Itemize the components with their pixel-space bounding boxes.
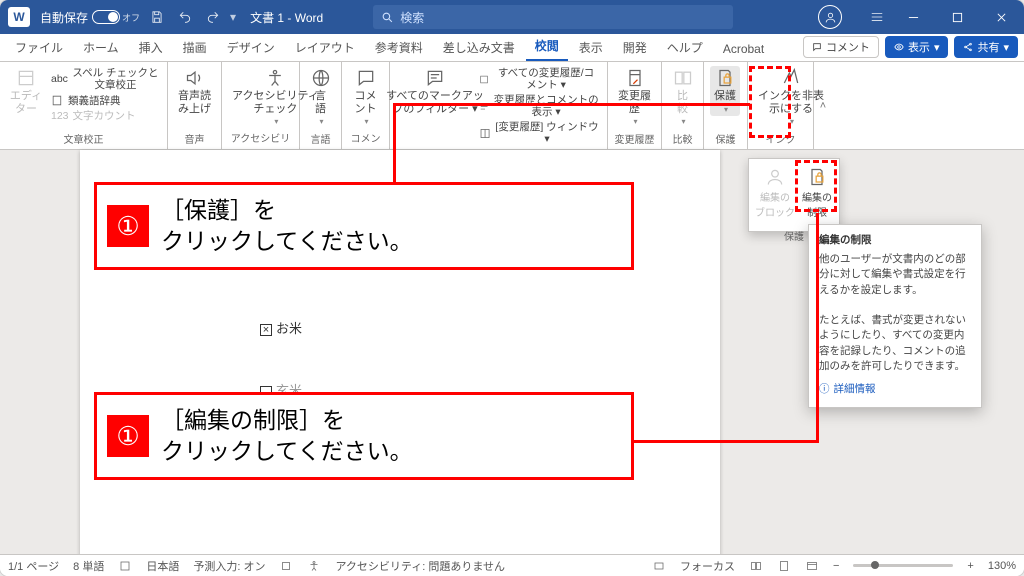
- tab-home[interactable]: ホーム: [74, 34, 128, 61]
- status-accessibility[interactable]: アクセシビリティ: 問題ありません: [335, 558, 505, 574]
- annotation-2-badge: ①: [107, 415, 149, 457]
- tab-help[interactable]: ヘルプ: [658, 34, 712, 61]
- thesaurus-button[interactable]: 類義語辞典: [49, 93, 161, 108]
- annotation-2-text: ［編集の制限］を クリックしてください。: [161, 405, 413, 467]
- show-markup-button[interactable]: 変更履歴とコメントの表示 ▾: [477, 93, 601, 119]
- close-button[interactable]: [982, 3, 1020, 31]
- title-bar: W 自動保存 オフ ▾ 文書 1 - Word 検索: [0, 0, 1024, 34]
- search-placeholder: 検索: [400, 9, 424, 26]
- proofing-status-icon[interactable]: [118, 559, 132, 573]
- group-speech-label: 音声: [174, 129, 215, 149]
- tab-file[interactable]: ファイル: [6, 34, 72, 61]
- annotation-1: ① ［保護］を クリックしてください。: [94, 182, 634, 270]
- highlight-protect-button: [749, 66, 791, 138]
- group-language-label: 言語: [306, 129, 335, 149]
- ribbon-tabs: ファイル ホーム 挿入 描画 デザイン レイアウト 参考資料 差し込み文書 校閲…: [0, 34, 1024, 62]
- tab-view[interactable]: 表示: [570, 34, 612, 61]
- language-button[interactable]: 言語: [306, 66, 335, 128]
- protect-button[interactable]: 保護: [710, 66, 740, 116]
- group-protect-label: 保護: [710, 129, 741, 149]
- tab-insert[interactable]: 挿入: [130, 34, 172, 61]
- status-predictive-input[interactable]: 予測入力: オン: [193, 558, 265, 574]
- macro-status-icon[interactable]: [279, 559, 293, 573]
- group-changes-label: 変更履歴: [614, 129, 655, 149]
- tab-acrobat[interactable]: Acrobat: [714, 37, 773, 61]
- track-changes-button[interactable]: 変更履歴: [614, 66, 655, 128]
- zoom-slider[interactable]: [853, 564, 953, 567]
- status-word-count[interactable]: 8 単語: [73, 558, 104, 574]
- undo-icon[interactable]: [174, 3, 196, 31]
- compare-button[interactable]: 比較: [668, 66, 697, 128]
- comment-button[interactable]: コメント: [348, 66, 383, 128]
- tab-layout[interactable]: レイアウト: [286, 34, 364, 61]
- view-web-icon[interactable]: [805, 559, 819, 573]
- accessibility-status-icon: [307, 559, 321, 573]
- status-page[interactable]: 1/1 ページ: [8, 558, 59, 574]
- read-aloud-button[interactable]: 音声読 み上げ: [174, 66, 215, 117]
- group-proofing-label: 文章校正: [6, 129, 161, 149]
- search-icon: [381, 11, 394, 24]
- annotation-1-badge: ①: [107, 205, 149, 247]
- annotation-2: ① ［編集の制限］を クリックしてください。: [94, 392, 634, 480]
- zoom-level[interactable]: 130%: [988, 560, 1016, 572]
- tooltip-body: 他のユーザーが文書内のどの部分に対して編集や書式設定を行えるかを設定します。 た…: [819, 252, 971, 374]
- tab-draw[interactable]: 描画: [174, 34, 216, 61]
- status-bar: 1/1 ページ 8 単語 日本語 予測入力: オン アクセシビリティ: 問題あり…: [0, 554, 1024, 576]
- status-focus[interactable]: フォーカス: [680, 558, 735, 574]
- ribbon-options-icon[interactable]: [866, 3, 888, 31]
- display-for-review-button[interactable]: すべての変更履歴/コメント ▾: [477, 66, 601, 92]
- group-comments-label: コメント: [348, 128, 383, 150]
- save-icon[interactable]: [146, 3, 168, 31]
- tab-mailings[interactable]: 差し込み文書: [434, 34, 524, 61]
- view-read-icon[interactable]: [749, 559, 763, 573]
- highlight-restrict-button: [795, 160, 837, 212]
- status-language[interactable]: 日本語: [146, 558, 179, 574]
- tab-design[interactable]: デザイン: [218, 34, 284, 61]
- collapse-ribbon-button[interactable]: ˄: [814, 100, 832, 112]
- minimize-button[interactable]: [894, 3, 932, 31]
- annotation-1-text: ［保護］を クリックしてください。: [161, 195, 413, 257]
- group-compare-label: 比較: [668, 129, 697, 149]
- wordcount-button[interactable]: 123文字カウント: [49, 109, 161, 123]
- autosave-switch[interactable]: [92, 10, 120, 24]
- account-button[interactable]: [818, 5, 842, 29]
- share-button[interactable]: 共有▾: [954, 36, 1018, 58]
- focus-mode-icon[interactable]: [652, 559, 666, 573]
- group-accessibility-label: アクセシビリティ: [228, 128, 293, 150]
- annot-line-2v: [816, 213, 819, 443]
- markup-filter-button[interactable]: すべてのマークアッ プのフィルター ▾: [396, 66, 474, 117]
- annot-line-2h: [633, 440, 816, 443]
- view-print-icon[interactable]: [777, 559, 791, 573]
- zoom-in-button[interactable]: +: [967, 560, 973, 572]
- tooltip-title: 編集の制限: [819, 233, 971, 248]
- tab-references[interactable]: 参考資料: [366, 34, 432, 61]
- autosave-label: 自動保存: [40, 9, 88, 26]
- tooltip-more-info-link[interactable]: 詳細情報: [819, 382, 971, 397]
- comments-pane-button[interactable]: コメント: [803, 36, 879, 58]
- review-ribbon: エディ ター abcスペル チェックと文章校正 類義語辞典 123文字カウント …: [0, 62, 1024, 150]
- word-app-icon: W: [8, 7, 30, 27]
- zoom-out-button[interactable]: −: [833, 560, 839, 572]
- autosave-toggle[interactable]: 自動保存 オフ: [40, 9, 140, 26]
- redo-icon[interactable]: [202, 3, 224, 31]
- restrict-editing-tooltip: 編集の制限 他のユーザーが文書内のどの部分に対して編集や書式設定を行えるかを設定…: [808, 224, 982, 408]
- spellcheck-button[interactable]: abcスペル チェックと文章校正: [49, 66, 161, 92]
- tab-developer[interactable]: 開発: [614, 34, 656, 61]
- document-line-1: お米: [260, 318, 302, 337]
- document-title: 文書 1 - Word: [250, 9, 323, 26]
- reviewing-pane-button[interactable]: [変更履歴] ウィンドウ ▾: [477, 120, 601, 146]
- tab-review[interactable]: 校閲: [526, 32, 568, 61]
- annot-line-1v: [393, 103, 396, 182]
- editor-button[interactable]: エディ ター: [6, 66, 46, 117]
- maximize-button[interactable]: [938, 3, 976, 31]
- autosave-state: オフ: [122, 11, 140, 24]
- annot-line-1h: [393, 103, 750, 106]
- view-mode-button[interactable]: 表示▾: [885, 36, 949, 58]
- search-input[interactable]: 検索: [373, 5, 733, 29]
- block-authors-button: 編集の ブロック: [753, 165, 797, 221]
